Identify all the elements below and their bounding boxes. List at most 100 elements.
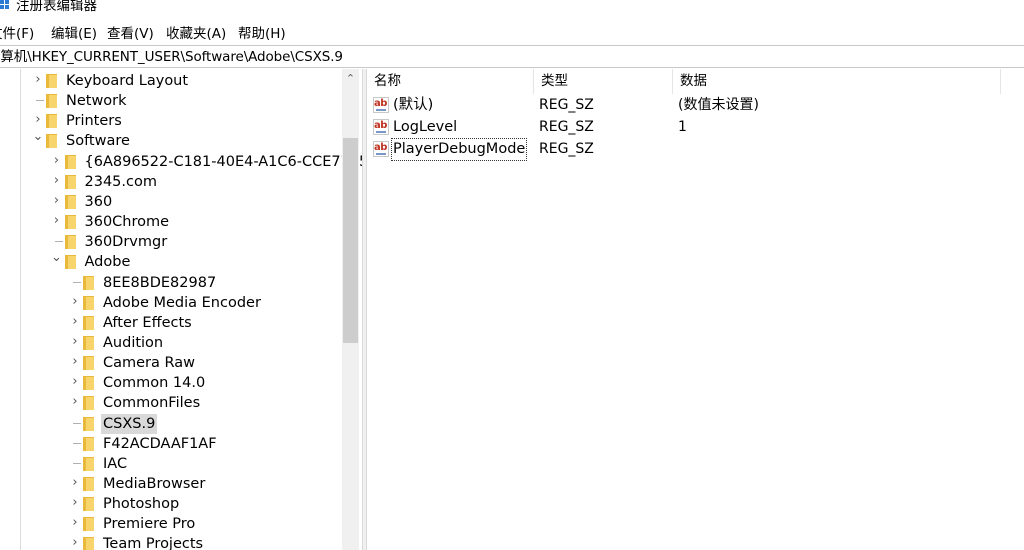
- tree-item-label: 8EE8BDE82987: [103, 274, 217, 291]
- chevron-right-icon[interactable]: ›: [32, 73, 44, 87]
- address-path[interactable]: 计算机\HKEY_CURRENT_USER\Software\Adobe\CSX…: [0, 49, 343, 65]
- tree-item[interactable]: › Common 14.0: [0, 373, 342, 393]
- tree-item[interactable]: › Audition: [0, 333, 342, 353]
- registry-editor-app-icon: [0, 0, 11, 12]
- folder-icon: [64, 215, 76, 230]
- tree-connector-line: [54, 241, 63, 243]
- value-type: REG_SZ: [539, 119, 594, 136]
- tree-item-label: Network: [66, 93, 127, 110]
- folder-icon: [83, 295, 94, 310]
- tree-item[interactable]: Network: [0, 91, 342, 111]
- chevron-right-icon[interactable]: ›: [69, 496, 81, 510]
- menu-view[interactable]: 查看(V): [107, 26, 154, 42]
- menu-favorites[interactable]: 收藏夹(A): [166, 26, 226, 42]
- folder-icon: [46, 94, 57, 109]
- chevron-right-icon[interactable]: ›: [69, 476, 81, 490]
- tree-item-label: Team Projects: [103, 536, 204, 550]
- chevron-right-icon[interactable]: ›: [51, 173, 63, 188]
- folder-icon: [83, 315, 94, 330]
- folder-icon: [64, 235, 76, 250]
- menu-file[interactable]: 文件(F): [0, 26, 34, 42]
- value-row[interactable]: ab LogLevel REG_SZ 1: [367, 117, 1024, 139]
- tree-item-label: 2345.com: [84, 173, 157, 190]
- value-name[interactable]: (默认): [392, 95, 434, 116]
- tree-item[interactable]: › After Effects: [0, 313, 342, 333]
- tree-item-label: Common 14.0: [103, 375, 206, 392]
- address-bar[interactable]: 计算机\HKEY_CURRENT_USER\Software\Adobe\CSX…: [0, 45, 1024, 68]
- chevron-right-icon[interactable]: ›: [69, 334, 81, 349]
- tree-item[interactable]: ⌄ Software: [0, 130, 342, 151]
- value-row[interactable]: ab PlayerDebugMode REG_SZ: [367, 138, 1024, 162]
- column-header-data[interactable]: 数据: [673, 69, 1001, 94]
- chevron-right-icon[interactable]: ›: [32, 113, 44, 127]
- folder-icon: [83, 416, 94, 431]
- tree-item[interactable]: › 360Chrome: [0, 212, 342, 232]
- value-name[interactable]: PlayerDebugMode: [390, 138, 528, 162]
- string-value-icon: ab: [373, 97, 389, 113]
- scrollbar-thumb[interactable]: [343, 138, 358, 343]
- tree-item[interactable]: › Keyboard Layout: [0, 71, 342, 91]
- folder-icon: [83, 537, 94, 550]
- scroll-up-arrow-icon[interactable]: ⌃: [342, 69, 359, 89]
- chevron-right-icon[interactable]: ›: [69, 314, 81, 329]
- menu-help[interactable]: 帮助(H): [238, 26, 286, 42]
- chevron-right-icon[interactable]: ›: [69, 395, 81, 409]
- title-bar: 注册表编辑器: [0, 0, 1024, 20]
- folder-icon: [83, 396, 94, 411]
- tree-item[interactable]: › CommonFiles: [0, 393, 342, 413]
- tree-connector-line: [73, 442, 81, 444]
- tree-item-label: F42ACDAAF1AF: [103, 435, 217, 452]
- value-name[interactable]: LogLevel: [392, 117, 458, 138]
- tree-connector-line: [73, 281, 81, 283]
- value-data: 1: [678, 119, 687, 136]
- tree-item[interactable]: › MediaBrowser: [0, 474, 342, 494]
- tree-item[interactable]: › Adobe Media Encoder: [0, 293, 342, 313]
- tree-item-label: CommonFiles: [103, 395, 201, 412]
- folder-icon: [83, 356, 94, 371]
- tree-item[interactable]: F42ACDAAF1AF: [0, 434, 342, 454]
- tree-item[interactable]: CSXS.9: [0, 413, 342, 434]
- chevron-down-icon[interactable]: ⌄: [51, 251, 63, 265]
- chevron-right-icon[interactable]: ›: [69, 516, 81, 530]
- menu-edit[interactable]: 编辑(E): [51, 26, 97, 42]
- chevron-right-icon[interactable]: ›: [69, 375, 81, 389]
- tree-item[interactable]: 360Drvmgr: [0, 232, 342, 252]
- tree-item[interactable]: IAC: [0, 454, 342, 474]
- folder-icon: [83, 275, 94, 290]
- chevron-right-icon[interactable]: ›: [51, 214, 63, 228]
- tree-item[interactable]: › Printers: [0, 111, 342, 131]
- chevron-right-icon[interactable]: ›: [69, 294, 81, 309]
- tree-item-label: Audition: [103, 334, 164, 351]
- folder-icon: [64, 174, 76, 189]
- key-tree[interactable]: › Keyboard Layout Network › Printers ⌄ Softwar…: [0, 69, 362, 550]
- chevron-right-icon[interactable]: ›: [69, 355, 81, 369]
- tree-item[interactable]: ⌄ Adobe: [0, 251, 342, 272]
- tree-item[interactable]: › {6A896522-C181-40E4-A1C6-CCE7795: [0, 152, 362, 172]
- tree-item[interactable]: › Photoshop: [0, 494, 342, 514]
- tree-item-label: CSXS.9: [101, 413, 158, 434]
- chevron-down-icon[interactable]: ⌄: [32, 130, 44, 144]
- tree-item[interactable]: › Premiere Pro: [0, 514, 342, 534]
- value-row[interactable]: ab (默认) REG_SZ (数值未设置): [367, 95, 1024, 117]
- tree-connector-line: [73, 462, 81, 464]
- tree-item-label: IAC: [103, 455, 128, 472]
- tree-item-label: Camera Raw: [103, 355, 196, 372]
- chevron-right-icon[interactable]: ›: [69, 536, 81, 550]
- tree-item-label: Premiere Pro: [103, 516, 196, 533]
- column-header-name[interactable]: 名称: [367, 69, 534, 94]
- values-list[interactable]: 名称 类型 数据 ab (默认) REG_SZ (数值未设置) ab LogLevel RE…: [367, 69, 1024, 550]
- folder-icon: [83, 456, 94, 471]
- tree-item-label: {6A896522-C181-40E4-A1C6-CCE7795: [84, 153, 363, 170]
- chevron-right-icon[interactable]: ›: [51, 153, 63, 168]
- tree-scrollbar[interactable]: ⌃: [342, 69, 359, 550]
- value-type: REG_SZ: [539, 97, 594, 113]
- tree-item-label: Keyboard Layout: [66, 73, 189, 89]
- tree-item[interactable]: › 360: [0, 192, 342, 212]
- chevron-right-icon[interactable]: ›: [51, 193, 63, 208]
- tree-item-label: Adobe Media Encoder: [103, 294, 261, 311]
- tree-item[interactable]: 8EE8BDE82987: [0, 273, 342, 293]
- tree-item[interactable]: › Team Projects: [0, 534, 342, 550]
- tree-item[interactable]: › Camera Raw: [0, 353, 342, 373]
- column-header-type[interactable]: 类型: [534, 69, 673, 94]
- tree-item[interactable]: › 2345.com: [0, 172, 342, 192]
